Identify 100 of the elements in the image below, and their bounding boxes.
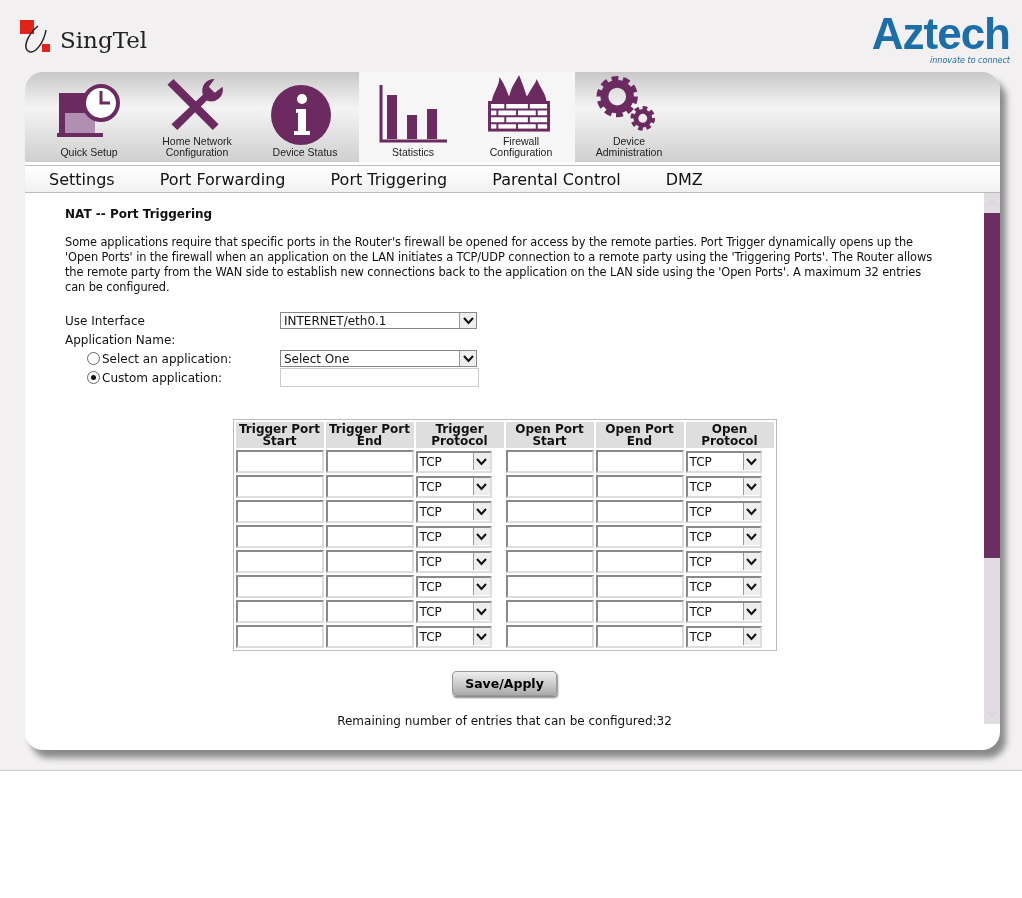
caret-icon — [742, 478, 760, 495]
sub-nav-tab[interactable]: Port Forwarding — [153, 168, 325, 190]
dropdown[interactable]: TCP — [415, 575, 492, 598]
caret-icon — [472, 603, 490, 620]
caret-icon — [459, 313, 476, 328]
nav-tab[interactable]: Statistics — [359, 72, 467, 162]
dropdown[interactable]: TCP — [685, 575, 762, 598]
column-header: Open Protocol — [685, 422, 774, 448]
input-field[interactable] — [280, 368, 479, 387]
input-field[interactable] — [505, 525, 594, 548]
input-field[interactable] — [505, 500, 594, 523]
caret-icon — [742, 553, 760, 570]
caret-icon — [742, 578, 760, 595]
input-field[interactable] — [595, 500, 684, 523]
input-field[interactable] — [325, 475, 414, 498]
column-header: Open Port End — [595, 422, 684, 448]
save-button[interactable]: Save/Apply — [452, 671, 557, 696]
nav-tab[interactable]: Device Status — [251, 72, 359, 162]
input-field[interactable] — [325, 500, 414, 523]
caret-icon — [472, 453, 490, 470]
input-field[interactable] — [235, 600, 324, 623]
bar-chart-icon — [377, 83, 449, 145]
input-field[interactable] — [325, 450, 414, 473]
input-field[interactable] — [325, 625, 414, 648]
field-label: Use Interface — [65, 313, 146, 328]
input-field[interactable] — [505, 550, 594, 573]
dropdown[interactable]: TCP — [415, 600, 492, 623]
dropdown[interactable]: TCP — [685, 550, 762, 573]
input-field[interactable] — [505, 475, 594, 498]
nav-tab[interactable]: Device Administration — [575, 72, 683, 162]
field-label: Select an application: — [102, 351, 232, 366]
caret-icon — [472, 628, 490, 645]
column-header: Trigger Port End — [325, 422, 414, 448]
caret-icon — [472, 578, 490, 595]
input-field[interactable] — [235, 450, 324, 473]
input-field[interactable] — [595, 525, 684, 548]
caret-icon — [742, 528, 760, 545]
dropdown[interactable]: TCP — [685, 525, 762, 548]
page-title: NAT -- Port Triggering — [65, 207, 214, 221]
brand-logo-text: Aztech — [871, 12, 1010, 56]
input-field[interactable] — [325, 600, 414, 623]
sub-nav-tab[interactable]: DMZ — [659, 168, 742, 190]
tagline: innovate to connect — [930, 56, 1010, 65]
caret-icon — [742, 453, 760, 470]
input-field[interactable] — [595, 575, 684, 598]
input-field[interactable] — [325, 575, 414, 598]
nav-tab[interactable]: Firewall Configuration — [467, 72, 575, 162]
dropdown[interactable]: INTERNET/eth0.1 — [280, 312, 477, 329]
input-field[interactable] — [595, 600, 684, 623]
input-field[interactable] — [235, 575, 324, 598]
description: Some applications require that specific ports in the Router's firewall be opened for access by the remote parties. Port Trigger dynamically opens up the 'Open Ports' in the firewall when an application on the LAN initiates a TCP/UDP connection to a remote party using the 'Triggering Ports'. The Router allows the remote party from the WAN side to establish new connections back to the application on the LAN side using the 'Open Ports'. A maximum 32 entries can be configured. — [65, 235, 933, 295]
nav-tab[interactable]: Quick Setup — [35, 72, 143, 162]
input-field[interactable] — [595, 550, 684, 573]
field-label: Application Name: — [65, 332, 177, 347]
input-field[interactable] — [595, 450, 684, 473]
radio-button[interactable] — [87, 352, 100, 365]
sub-nav-tab[interactable]: Parental Control — [486, 168, 660, 190]
caret-icon — [472, 553, 490, 570]
dropdown[interactable]: TCP — [415, 550, 492, 573]
caret-icon — [742, 628, 760, 645]
dropdown[interactable]: Select One — [280, 350, 477, 367]
column-header: Open Port Start — [505, 422, 594, 448]
input-field[interactable] — [505, 575, 594, 598]
sub-nav-tab[interactable]: Port Triggering — [324, 168, 487, 190]
dropdown[interactable]: TCP — [415, 450, 492, 473]
caret-icon — [459, 351, 476, 366]
brand-logo-text: SingTel — [60, 27, 148, 53]
caret-icon — [472, 478, 490, 495]
dropdown[interactable]: TCP — [415, 525, 492, 548]
input-field[interactable] — [595, 475, 684, 498]
input-field[interactable] — [505, 600, 594, 623]
input-field[interactable] — [325, 550, 414, 573]
input-field[interactable] — [235, 525, 324, 548]
caret-icon — [742, 503, 760, 520]
nav-tab[interactable]: Home Network Configuration — [143, 72, 251, 162]
input-field[interactable] — [505, 450, 594, 473]
input-field[interactable] — [235, 550, 324, 573]
dropdown[interactable]: TCP — [685, 500, 762, 523]
dropdown[interactable]: TCP — [415, 500, 492, 523]
caret-icon — [472, 528, 490, 545]
input-field[interactable] — [505, 625, 594, 648]
column-header: Trigger Protocol — [415, 422, 504, 448]
dropdown[interactable]: TCP — [685, 625, 762, 648]
caret-icon — [742, 603, 760, 620]
field-label: Custom application: — [102, 370, 223, 385]
dropdown[interactable]: TCP — [685, 475, 762, 498]
sub-nav-tab[interactable]: Settings — [43, 168, 154, 190]
input-field[interactable] — [235, 475, 324, 498]
input-field[interactable] — [235, 625, 324, 648]
radio-button[interactable] — [87, 371, 100, 384]
dropdown[interactable]: TCP — [685, 450, 762, 473]
input-field[interactable] — [325, 525, 414, 548]
column-header: Trigger Port Start — [235, 422, 324, 448]
dropdown[interactable]: TCP — [415, 625, 492, 648]
input-field[interactable] — [235, 500, 324, 523]
status-text: Remaining number of entries that can be configured:32 — [336, 714, 673, 728]
input-field[interactable] — [595, 625, 684, 648]
dropdown[interactable]: TCP — [685, 600, 762, 623]
dropdown[interactable]: TCP — [415, 475, 492, 498]
caret-icon — [472, 503, 490, 520]
